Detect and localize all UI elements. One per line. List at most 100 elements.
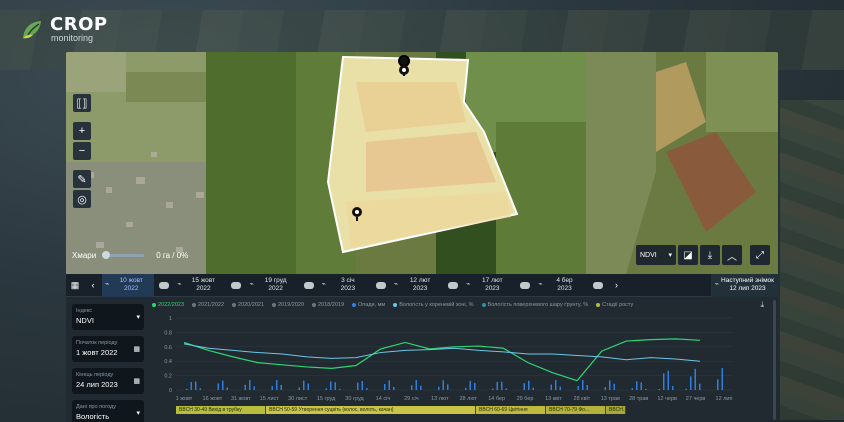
start-date-field[interactable]: Початок періоду 1 жовт 2022 ▦: [72, 336, 144, 362]
series-line: [183, 343, 701, 362]
satellite-icon: ⌁: [538, 281, 543, 288]
logo-leaf-icon: [20, 18, 44, 42]
precipitation-bar: [505, 388, 507, 390]
precipitation-bar: [388, 380, 390, 390]
precipitation-bar: [357, 382, 359, 390]
x-tick-label: 14 січ: [376, 396, 391, 402]
precipitation-bar: [667, 370, 669, 390]
growth-stages-bar: BBCH 30-49 Вихід в трубку BBCH 50-59 Утво…: [176, 406, 626, 414]
compare-icon[interactable]: ◪: [678, 245, 698, 265]
x-tick-label: 13 квіт: [545, 396, 562, 402]
x-tick-label: 13 лют: [431, 396, 449, 402]
precipitation-bar: [699, 383, 701, 390]
clouds-slider[interactable]: [102, 251, 145, 259]
precipitation-bar: [532, 387, 534, 390]
zoom-in-button[interactable]: +: [73, 122, 91, 140]
layers-toggle-button[interactable]: ⟦⟧: [73, 94, 91, 112]
precipitation-bar: [721, 368, 723, 390]
precipitation-bar: [298, 387, 300, 390]
timeline-item[interactable]: ⌁ 19 груд 2022: [246, 274, 298, 297]
growth-stage: BBCH 30-49 Вихід в трубку: [176, 406, 266, 414]
x-tick-label: 30 лист: [288, 396, 308, 402]
locate-icon[interactable]: ◎: [73, 190, 91, 208]
growth-stage: BBCH 60-69 Цвітіння: [476, 406, 546, 414]
x-tick-label: 15 груд: [317, 396, 336, 402]
precipitation-bar: [586, 385, 588, 390]
precipitation-bar: [438, 386, 440, 390]
timeline-item[interactable]: ⌁ 3 січ 2023: [319, 274, 371, 297]
precipitation-bar: [217, 383, 219, 390]
x-tick-label: 29 бер: [517, 396, 534, 402]
cloud-icon: [592, 281, 603, 289]
precipitation-bar: [199, 388, 201, 390]
satellite-icon: ⌁: [466, 281, 471, 288]
precipitation-bar: [496, 381, 498, 390]
precipitation-bar: [442, 380, 444, 390]
precipitation-bar: [604, 387, 606, 390]
growth-stage: BBCH...: [606, 406, 626, 414]
precipitation-bar: [465, 387, 467, 390]
precipitation-bar: [631, 388, 633, 390]
y-tick-label: 0: [169, 388, 172, 394]
precipitation-bar: [523, 383, 525, 390]
satellite-map[interactable]: ⟦⟧ + − ✎ ◎ Хмари 0 га / 0% NDVI ▾ ◪ ⤓ ︿ ⤢: [66, 52, 778, 274]
precipitation-bar: [555, 380, 557, 390]
prev-arrow-icon[interactable]: ‹: [84, 274, 102, 297]
precipitation-bar: [717, 379, 719, 390]
precipitation-bar: [447, 384, 449, 390]
fullscreen-icon[interactable]: ⤢: [750, 245, 770, 265]
x-tick-label: 28 трав: [629, 396, 648, 402]
image-timeline: ▦ ‹ ⌁ 10 жовт 2022 ⌁ 15 жовт 2022 ⌁ 19 груд 2022…: [66, 273, 778, 297]
logo: CROP monitoring: [20, 16, 108, 43]
next-arrow-icon[interactable]: ›: [608, 274, 626, 297]
index-select[interactable]: NDVI ▾: [636, 245, 676, 265]
satellite-icon: ⌁: [249, 281, 254, 288]
precipitation-bar: [550, 384, 552, 390]
timeline-item[interactable]: ⌁ 12 лют 2023: [391, 274, 443, 297]
precipitation-bar: [469, 380, 471, 390]
timeline-item[interactable]: ⌁ 17 лют 2023: [463, 274, 515, 297]
main-panel: ⟦⟧ + − ✎ ◎ Хмари 0 га / 0% NDVI ▾ ◪ ⤓ ︿ ⤢…: [66, 52, 778, 422]
clouds-label: Хмари: [72, 251, 97, 260]
scrollbar[interactable]: [773, 300, 776, 420]
end-date-field[interactable]: Кінець періоду 24 лип 2023 ▦: [72, 368, 144, 394]
precipitation-bar: [366, 388, 368, 390]
precipitation-bar: [582, 380, 584, 390]
cloud-icon: [520, 281, 531, 289]
cloud-icon: [448, 281, 459, 289]
cloud-icon: [159, 281, 170, 289]
calendar-icon[interactable]: ▦: [66, 274, 84, 297]
weather-field[interactable]: Дані про погоду Вологість ▾: [72, 400, 144, 422]
calendar-icon: ▦: [133, 346, 140, 353]
clouds-filter: Хмари 0 га / 0%: [72, 251, 188, 260]
precipitation-bar: [663, 373, 665, 390]
y-tick-label: 0.4: [164, 359, 172, 365]
timeline-item[interactable]: ⌁ 10 жовт 2022: [102, 273, 155, 297]
precipitation-bar: [339, 388, 341, 390]
next-image-button[interactable]: ⌁ Наступний знімок 12 лип 2023: [710, 273, 778, 297]
collapse-icon[interactable]: ︿: [722, 245, 742, 265]
precipitation-bar: [658, 388, 660, 390]
y-tick-label: 0.6: [164, 345, 172, 351]
index-field[interactable]: Індекс NDVI ▾: [72, 304, 144, 330]
x-tick-label: 30 груд: [345, 396, 364, 402]
satellite-icon: ⌁: [177, 281, 182, 288]
satellite-icon: ⌁: [393, 281, 399, 288]
clouds-value: 0 га / 0%: [156, 251, 189, 260]
ndvi-chart: 2022/2023 2021/2022 2020/2021 2019/2020 2018…: [152, 298, 778, 422]
timeline-item[interactable]: ⌁ 15 жовт 2022: [174, 274, 226, 297]
x-tick-label: 1 жовт: [176, 396, 193, 402]
map-toolbar: NDVI ▾ ◪ ⤓ ︿ ⤢: [636, 245, 770, 265]
download-icon[interactable]: ⤓: [700, 245, 720, 265]
timeline-item[interactable]: ⌁ 4 бер 2023: [535, 274, 587, 297]
precipitation-bar: [420, 385, 422, 390]
x-tick-label: 31 жовт: [231, 396, 251, 402]
chart-settings: Індекс NDVI ▾ Початок періоду 1 жовт 2022 ▦ …: [72, 304, 144, 422]
y-tick-label: 0.8: [164, 330, 172, 336]
precipitation-bar: [645, 388, 647, 390]
precipitation-bar: [393, 386, 395, 390]
ruler-icon[interactable]: ✎: [73, 170, 91, 188]
precipitation-bar: [609, 380, 611, 390]
precipitation-bar: [226, 387, 228, 390]
zoom-out-button[interactable]: −: [73, 142, 91, 160]
